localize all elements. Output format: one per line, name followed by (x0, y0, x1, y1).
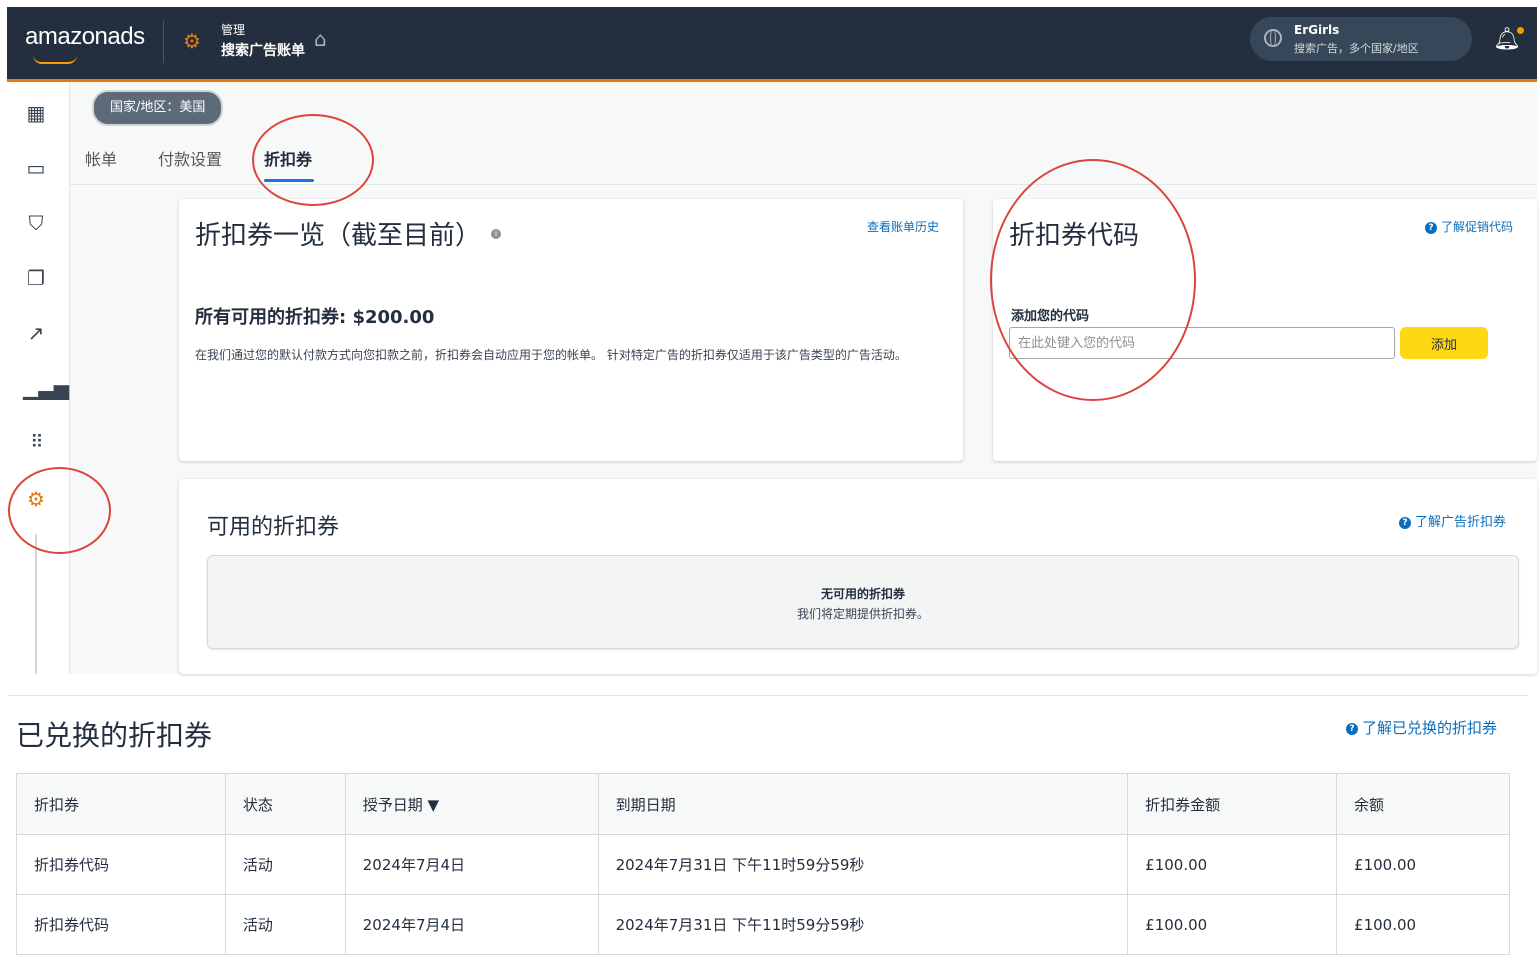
redeemed-coupons-table: 折扣券 状态 授予日期 ▼ 到期日期 折扣券金额 余额 折扣券代码 活动 202… (16, 773, 1510, 955)
tab-payment-settings[interactable]: 付款设置 (158, 146, 222, 170)
column-header-status: 状态 (224, 773, 346, 835)
coupon-code-input[interactable] (1009, 327, 1395, 359)
column-header-balance: 余额 (1336, 773, 1510, 835)
learn-ad-coupons-link[interactable]: ? 了解广告折扣券 (1399, 511, 1506, 530)
total-available-coupons: 所有可用的折扣券: $200.00 (195, 307, 435, 328)
cell-amount: £100.00 (1127, 894, 1338, 955)
amazon-ads-logo[interactable]: amazonads (25, 23, 145, 51)
help-icon: ? (1425, 221, 1437, 234)
header-divider (163, 21, 164, 63)
coupon-overview-card: 折扣券一览（截至目前） i 查看账单历史 所有可用的折扣券: $200.00 在… (179, 199, 963, 461)
column-header-expiry-date: 到期日期 (597, 773, 1129, 835)
empty-state-title: 无可用的折扣券 (820, 587, 905, 601)
overview-title: 折扣券一览（截至目前） (195, 221, 482, 251)
shield-icon[interactable]: ⛉ (23, 210, 49, 236)
top-nav-bar: amazonads ⚙ 管理 搜索广告账单 ⌂ ErGirls 搜索广告，多个国… (7, 7, 1537, 82)
learn-redeemed-coupons-label: 了解已兑换的折扣券 (1362, 719, 1498, 737)
table-row: 折扣券代码 活动 2024年7月4日 2024年7月31日 下午11时59分59… (16, 894, 1510, 955)
bar-chart-icon[interactable]: ▁▃▅ (23, 375, 69, 401)
account-switcher[interactable]: ErGirls 搜索广告，多个国家/地区 (1250, 17, 1472, 61)
settings-gear-icon: ⚙ (183, 29, 201, 53)
tab-coupons[interactable]: 折扣券 (264, 146, 312, 170)
home-icon[interactable]: ⌂ (314, 27, 327, 51)
column-header-grant-date[interactable]: 授予日期 ▼ (344, 773, 599, 835)
cell-balance: £100.00 (1336, 894, 1510, 955)
country-selector[interactable]: 国家/地区：美国 (92, 90, 224, 126)
learn-redeemed-coupons-link[interactable]: ? 了解已兑换的折扣券 (1346, 717, 1497, 738)
empty-state-box: 无可用的折扣券 我们将定期提供折扣券。 (207, 555, 1519, 649)
tab-bills[interactable]: 帐单 (85, 146, 117, 170)
cell-coupon: 折扣券代码 (16, 894, 226, 955)
table-header-row: 折扣券 状态 授予日期 ▼ 到期日期 折扣券金额 余额 (16, 773, 1510, 835)
learn-promo-code-label: 了解促销代码 (1441, 220, 1514, 234)
wallet-icon[interactable]: ▭ (23, 155, 49, 181)
account-subtitle: 搜索广告，多个国家/地区 (1294, 42, 1419, 55)
available-coupons-title: 可用的折扣券 (207, 515, 340, 540)
column-header-amount: 折扣券金额 (1127, 773, 1338, 835)
cell-coupon: 折扣券代码 (16, 834, 226, 895)
table-row: 折扣券代码 活动 2024年7月4日 2024年7月31日 下午11时59分59… (16, 834, 1510, 895)
help-icon: ? (1399, 516, 1411, 529)
coupon-code-title: 折扣券代码 (1009, 221, 1140, 251)
globe-icon (1264, 29, 1282, 47)
account-type-label: 搜索广告账单 (221, 43, 305, 59)
column-header-coupon: 折扣券 (16, 773, 226, 835)
cell-grant-date: 2024年7月4日 (344, 834, 599, 895)
view-bill-history-link[interactable]: 查看账单历史 (867, 218, 939, 235)
redeemed-coupons-title: 已兑换的折扣券 (16, 719, 213, 752)
active-tab-indicator (264, 179, 314, 182)
manage-label: 管理 (221, 23, 246, 37)
learn-promo-code-link[interactable]: ? 了解促销代码 (1425, 218, 1513, 235)
logo-smile-icon (33, 55, 77, 64)
learn-ad-coupons-label: 了解广告折扣券 (1415, 515, 1507, 530)
apps-grid-icon[interactable]: ⠿ (23, 430, 49, 456)
help-icon: ? (1346, 722, 1358, 735)
media-library-icon[interactable]: ❐ (23, 265, 49, 291)
info-icon[interactable]: i (491, 229, 501, 239)
dashboard-grid-icon[interactable]: ▦ (23, 100, 49, 126)
cell-amount: £100.00 (1127, 834, 1338, 895)
notification-dot (1517, 27, 1524, 34)
account-name: ErGirls (1294, 23, 1340, 37)
coupon-description: 在我们通过您的默认付款方式向您扣款之前，折扣券会自动应用于您的帐单。 针对特定广… (195, 348, 907, 362)
add-code-label: 添加您的代码 (1011, 309, 1090, 324)
cell-status: 活动 (224, 834, 346, 895)
sidebar-rail (35, 534, 37, 674)
empty-state-subtitle: 我们将定期提供折扣券。 (796, 607, 929, 621)
cell-balance: £100.00 (1336, 834, 1510, 895)
cell-expiry-date: 2024年7月31日 下午11时59分59秒 (597, 834, 1129, 895)
add-coupon-button[interactable]: 添加 (1400, 327, 1488, 359)
cell-grant-date: 2024年7月4日 (344, 894, 599, 955)
cell-status: 活动 (224, 894, 346, 955)
trend-chart-icon[interactable]: ↗ (23, 320, 49, 346)
left-sidebar: ▦ ▭ ⛉ ❐ ↗ ▁▃▅ ⠿ ⚙ (7, 82, 70, 674)
tab-bar: 帐单 付款设置 折扣券 (70, 134, 1537, 185)
cell-expiry-date: 2024年7月31日 下午11时59分59秒 (597, 894, 1129, 955)
settings-gear-icon[interactable]: ⚙ (23, 486, 49, 512)
